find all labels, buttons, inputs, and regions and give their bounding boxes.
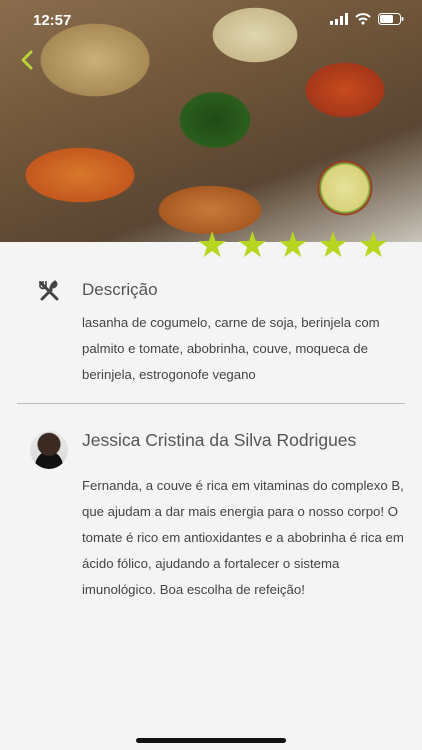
- divider: [17, 403, 405, 404]
- star-icon: ★: [357, 224, 390, 265]
- system-icons: [330, 13, 404, 25]
- star-icon: ★: [196, 224, 229, 265]
- rating-stars: ★ ★ ★ ★ ★: [196, 224, 390, 265]
- description-text: lasanha de cogumelo, carne de soja, beri…: [82, 315, 380, 382]
- star-icon: ★: [276, 224, 309, 265]
- description-title: Descrição: [82, 280, 158, 299]
- status-time: 12:57: [33, 12, 72, 29]
- wifi-icon: [355, 13, 371, 25]
- avatar: [30, 431, 68, 469]
- cutlery-icon: [39, 280, 59, 301]
- battery-icon: [378, 13, 404, 25]
- back-button[interactable]: [20, 50, 34, 71]
- status-bar: 12:57: [0, 0, 422, 40]
- star-icon: ★: [236, 224, 269, 265]
- home-indicator[interactable]: [136, 738, 286, 743]
- back-icon: [21, 50, 33, 70]
- comment-author: Jessica Cristina da Silva Rodrigues: [82, 430, 357, 450]
- star-icon: ★: [316, 224, 350, 265]
- signal-icon: [330, 13, 348, 25]
- comment-text: Fernanda, a couve é rica em vitaminas do…: [82, 478, 404, 597]
